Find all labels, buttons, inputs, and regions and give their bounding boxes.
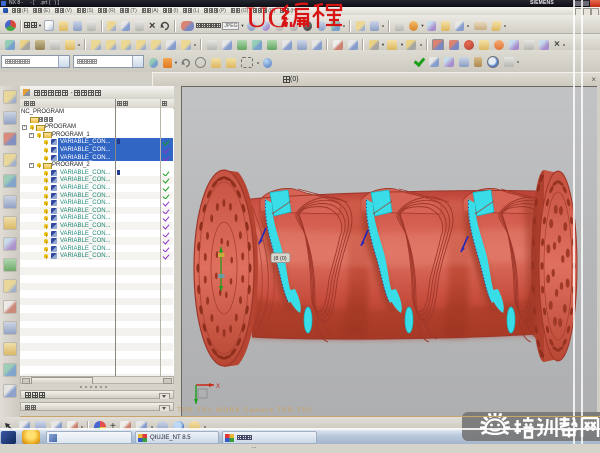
svg-text:(8 (0): (8 (0) xyxy=(274,256,287,262)
svg-text:X: X xyxy=(216,384,220,390)
